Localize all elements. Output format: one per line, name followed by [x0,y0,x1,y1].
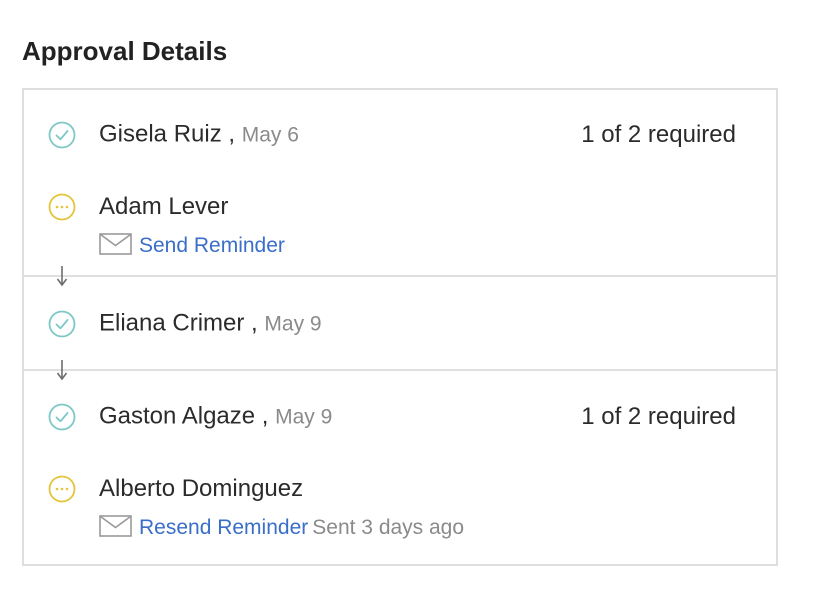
resend-reminder-link[interactable]: Resend Reminder [139,516,308,539]
approval-card: Gisela Ruiz , May 6 1 of 2 required Adam… [22,88,778,566]
mail-icon [99,515,132,538]
approval-date: May 9 [275,405,333,429]
approver-name: Eliana Crimer [99,309,245,337]
approver-line: Alberto Dominguez [99,474,303,504]
check-circle-icon [48,310,76,338]
arrow-down-icon [56,266,68,287]
approver-line: Gisela Ruiz , May 6 [99,120,299,151]
approver-line: Eliana Crimer , May 9 [99,309,322,340]
approver-row-alberto: Alberto Dominguez [24,469,776,509]
approver-name: Gaston Algaze [99,402,256,430]
check-circle-icon [48,121,76,149]
approver-row-eliana: Eliana Crimer , May 9 [24,304,776,344]
approval-date: May 9 [264,312,322,336]
reminder-line: Resend Reminder Sent 3 days ago [99,515,464,541]
name-separator: , [261,402,269,430]
name-separator: , [228,120,236,148]
approver-line: Adam Lever [99,192,228,222]
approver-row-adam: Adam Lever [24,187,776,227]
mail-icon [99,233,132,256]
reminder-sent-note: Sent 3 days ago [312,516,465,539]
check-circle-icon [48,403,76,431]
approver-name: Adam Lever [99,193,229,220]
arrow-down-icon [56,360,68,381]
page-title: Approval Details [22,36,228,66]
required-count: 1 of 2 required [581,121,736,148]
step-divider [24,275,776,277]
approver-row-gaston: Gaston Algaze , May 9 1 of 2 required [24,397,776,437]
approver-name: Gisela Ruiz [99,120,222,148]
approver-row-gisela: Gisela Ruiz , May 6 1 of 2 required [24,115,776,155]
approval-date: May 6 [241,123,299,147]
step-divider [24,369,776,371]
approver-name: Alberto Dominguez [99,475,304,502]
name-separator: , [251,309,258,337]
send-reminder-link[interactable]: Send Reminder [139,234,285,257]
approver-line: Gaston Algaze , May 9 [99,402,332,433]
reminder-line: Send Reminder [99,233,285,259]
ellipsis-circle-icon [48,193,76,221]
ellipsis-circle-icon [48,475,76,503]
required-count: 1 of 2 required [581,403,736,430]
